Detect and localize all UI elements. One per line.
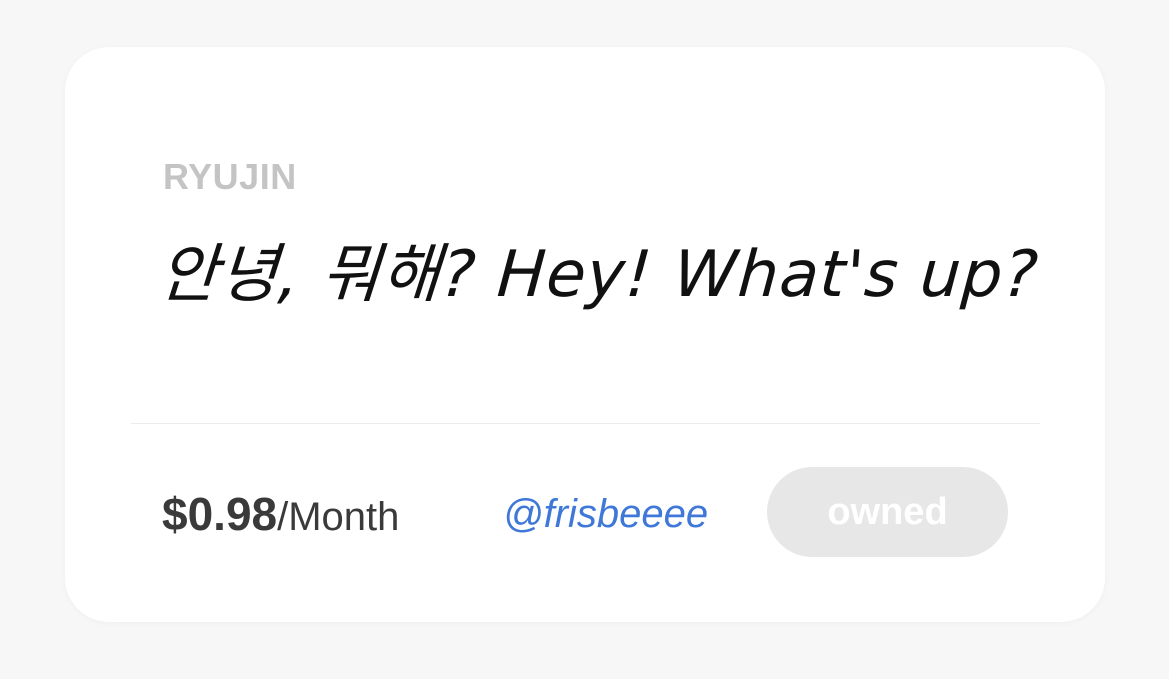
price-period: /Month (277, 495, 400, 539)
owned-button[interactable]: owned (767, 467, 1008, 557)
designer-handle-link[interactable]: @frisbeeee (503, 487, 708, 541)
font-artist-name: RYUJIN (163, 156, 297, 197)
font-preview-text: 안녕, 뭐해? Hey! What's up? (156, 238, 1042, 312)
font-card: RYUJIN 안녕, 뭐해? Hey! What's up? $0.98/Mon… (65, 47, 1105, 622)
card-divider (131, 423, 1040, 424)
price-label: $0.98/Month (162, 487, 399, 553)
price-amount: $0.98 (162, 488, 278, 540)
